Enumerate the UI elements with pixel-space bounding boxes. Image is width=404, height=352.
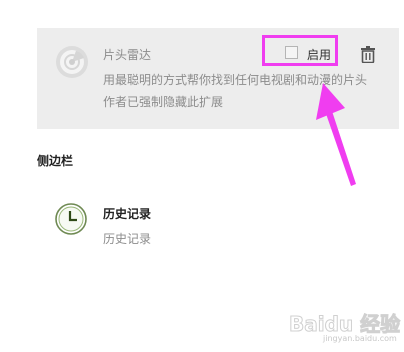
extension-name: 片头雷达 (103, 48, 152, 62)
radar-icon (56, 46, 88, 78)
enable-label[interactable]: 启用 (307, 46, 331, 63)
section-title-sidebar: 侧边栏 (37, 154, 74, 168)
watermark-logo: Baidu 经验 (288, 312, 401, 337)
extension-warning: 作者已强制隐藏此扩展 (103, 95, 224, 109)
sidebar-item-history-title[interactable]: 历史记录 (103, 205, 151, 222)
enable-checkbox[interactable] (285, 46, 298, 59)
trash-icon[interactable] (360, 46, 376, 63)
sidebar-item-history-subtitle: 历史记录 (103, 232, 152, 246)
clock-icon (55, 203, 87, 235)
extension-description: 用最聪明的方式帮你找到任何电视剧和动漫的片头 (103, 73, 368, 87)
watermark-url: jingyan.baidu.com (323, 334, 397, 343)
